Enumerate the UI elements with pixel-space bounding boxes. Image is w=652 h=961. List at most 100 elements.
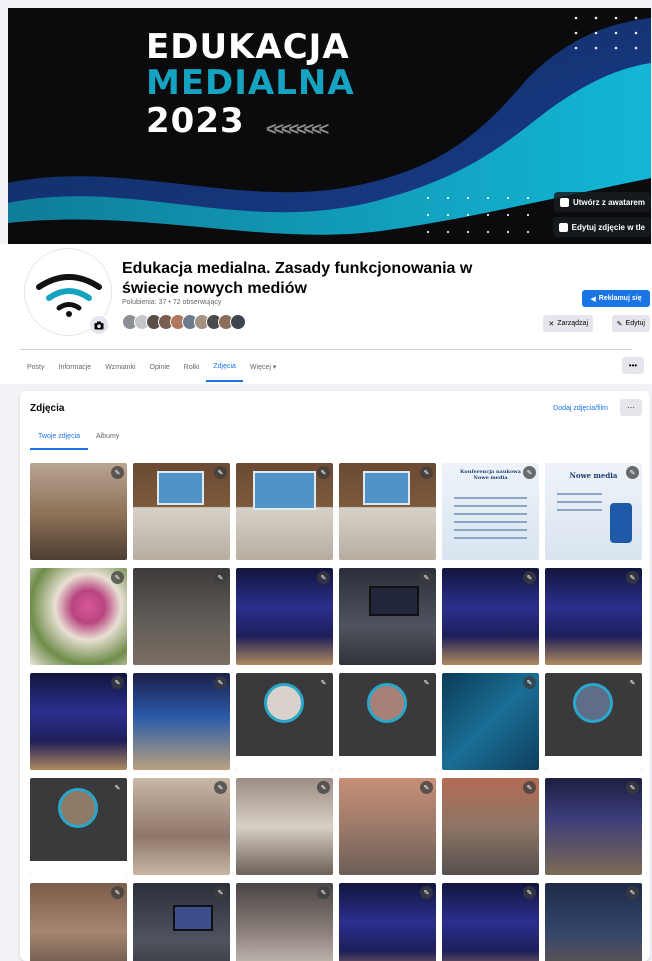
pencil-icon[interactable]: ✎ [317,466,330,479]
pencil-icon[interactable]: ✎ [523,676,536,689]
pencil-icon[interactable]: ✎ [111,571,124,584]
photo-thumbnail[interactable]: ✎ [133,673,230,770]
pencil-icon[interactable]: ✎ [111,886,124,899]
photo-thumbnail[interactable]: Konferencja naukowa Nowe media ✎ [442,463,539,560]
text-line [454,521,527,523]
tab-more[interactable]: Więcej ▾ [243,352,283,382]
pencil-icon[interactable]: ✎ [626,676,639,689]
projector-screen [253,470,316,510]
pencil-icon[interactable]: ✎ [420,676,433,689]
pencil-icon[interactable]: ✎ [523,571,536,584]
photo-thumbnail[interactable]: ✎ [339,673,436,770]
tab-reels[interactable]: Rolki [177,352,207,382]
pencil-icon[interactable]: ✎ [317,781,330,794]
create-with-avatar-button[interactable]: Utwórz z awatarem [553,192,651,212]
pencil-icon[interactable]: ✎ [626,466,639,479]
photo-thumbnail[interactable]: ✎ [236,673,333,770]
monitor-graphic [369,586,419,616]
pencil-icon[interactable]: ✎ [420,571,433,584]
photo-thumbnail[interactable]: ✎ [339,568,436,665]
header-divider [20,349,632,350]
pencil-icon[interactable]: ✎ [111,781,124,794]
pencil-icon[interactable]: ✎ [214,571,227,584]
photo-thumbnail[interactable]: ✎ [545,883,642,961]
cover-photo[interactable]: EDUKACJA MEDIALNA 2023 <<<<<<<< Utwórz z… [8,8,651,244]
megaphone-icon: ◀ [590,295,596,303]
page-stats[interactable]: Polubienia: 37 • 72 obserwujący [122,299,221,306]
camera-glyph [94,321,104,329]
speaker-portrait [58,788,98,828]
photo-thumbnail[interactable]: ✎ [133,778,230,875]
photo-thumbnail[interactable]: ✎ [442,778,539,875]
photo-thumbnail[interactable]: ✎ [30,673,127,770]
partner-logos [30,861,127,875]
edit-cover-button[interactable]: Edytuj zdjęcie w tle [552,217,651,237]
camera-icon [558,222,568,232]
photo-thumbnail[interactable]: Nowe media ✎ [545,463,642,560]
pencil-icon[interactable]: ✎ [420,781,433,794]
photo-thumbnail[interactable]: ✎ [30,568,127,665]
photo-thumbnail[interactable]: ✎ [236,463,333,560]
manage-button[interactable]: ✕ Zarządzaj [543,315,593,332]
photo-thumbnail[interactable]: ✎ [545,568,642,665]
photos-title: Zdjęcia [30,403,65,414]
edit-page-button[interactable]: ✎ Edytuj [611,315,650,332]
speaker-portrait [367,683,407,723]
follower-avatars[interactable] [122,314,246,330]
photo-thumbnail[interactable]: ✎ [236,568,333,665]
photo-thumbnail[interactable]: ✎ [339,778,436,875]
camera-icon[interactable] [90,316,108,334]
pencil-icon[interactable]: ✎ [111,676,124,689]
promote-label: Reklamuj się [598,295,642,302]
tab-photos[interactable]: Zdjęcia [206,352,243,382]
photo-thumbnail[interactable]: ✎ [545,673,642,770]
pencil-icon[interactable]: ✎ [317,676,330,689]
photo-thumbnail[interactable]: ✎ [30,883,127,961]
promote-button[interactable]: ◀ Reklamuj się [582,290,650,307]
tab-posts[interactable]: Posty [20,352,52,382]
pencil-icon[interactable]: ✎ [317,571,330,584]
pencil-icon[interactable]: ✎ [111,466,124,479]
pencil-icon[interactable]: ✎ [626,781,639,794]
photo-thumbnail[interactable]: ✎ [339,883,436,961]
pencil-icon[interactable]: ✎ [626,886,639,899]
photo-thumbnail[interactable]: ✎ [442,568,539,665]
photo-thumbnail[interactable]: ✎ [30,463,127,560]
photo-thumbnail[interactable]: ✎ [133,883,230,961]
monitor-graphic [173,905,213,931]
pencil-icon[interactable]: ✎ [420,466,433,479]
create-with-avatar-label: Utwórz z awatarem [572,197,645,207]
photo-thumbnail[interactable]: ✎ [236,778,333,875]
more-dots-icon[interactable]: ••• [622,357,644,374]
pencil-icon[interactable]: ✎ [214,781,227,794]
photos-card: Zdjęcia Dodaj zdjęcia/film ··· Twoje zdj… [20,391,650,961]
pencil-icon[interactable]: ✎ [214,886,227,899]
photo-thumbnail[interactable]: ✎ [236,883,333,961]
pencil-icon[interactable]: ✎ [523,781,536,794]
photo-thumbnail[interactable]: ✎ [442,883,539,961]
add-photo-video-link[interactable]: Dodaj zdjęcia/film [553,405,608,412]
photo-thumbnail[interactable]: ✎ [442,673,539,770]
tab-about[interactable]: Informacje [52,352,99,382]
tab-mentions[interactable]: Wzmianki [98,352,142,382]
tab-reviews[interactable]: Opinie [143,352,177,382]
pencil-icon[interactable]: ✎ [317,886,330,899]
photo-thumbnail[interactable]: ✎ [339,463,436,560]
pencil-icon[interactable]: ✎ [420,886,433,899]
photo-thumbnail[interactable]: ✎ [545,778,642,875]
facebook-page: EDUKACJA MEDIALNA 2023 <<<<<<<< Utwórz z… [0,0,652,961]
pencil-icon[interactable]: ✎ [523,886,536,899]
pencil-icon[interactable]: ✎ [214,466,227,479]
subtab-albums[interactable]: Albumy [88,427,127,450]
pencil-icon[interactable]: ✎ [523,466,536,479]
pencil-icon[interactable]: ✎ [626,571,639,584]
photo-thumbnail[interactable]: ✎ [30,778,127,875]
profile-header: Edukacja medialna. Zasady funkcjonowania… [0,244,652,384]
photo-thumbnail[interactable]: ✎ [133,568,230,665]
projector-screen [363,470,410,505]
photo-thumbnail[interactable]: ✎ [133,463,230,560]
more-dots-icon[interactable]: ··· [620,399,642,416]
pencil-icon[interactable]: ✎ [214,676,227,689]
poster-title: Nowe media [569,471,618,480]
subtab-your-photos[interactable]: Twoje zdjęcia [30,427,89,450]
